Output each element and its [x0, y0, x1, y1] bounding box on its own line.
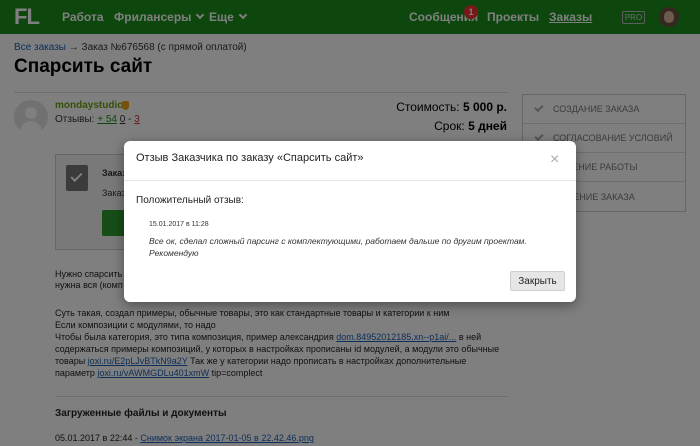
review-date: 15.01.2017 в 11:28 — [149, 221, 209, 228]
review-text: Все ок, сделал сложный парсинг с комплек… — [149, 236, 527, 258]
review-modal: Отзыв Заказчика по заказу «Спарсить сайт… — [124, 141, 576, 302]
review-type-label: Положительный отзыв: — [136, 195, 244, 206]
close-icon[interactable]: × — [550, 152, 559, 168]
close-button[interactable]: Закрыть — [510, 271, 565, 291]
modal-divider — [124, 180, 576, 181]
modal-title: Отзыв Заказчика по заказу «Спарсить сайт… — [136, 152, 364, 164]
